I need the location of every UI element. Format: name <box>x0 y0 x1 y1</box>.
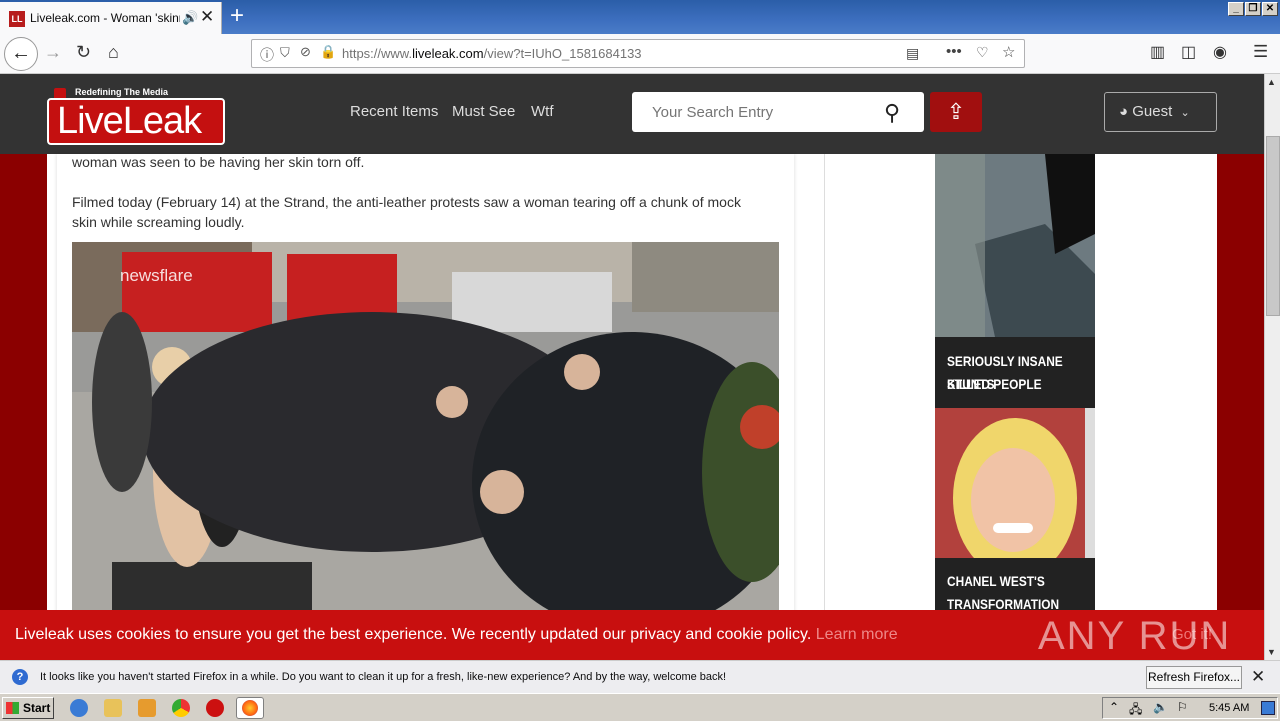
url-domain: liveleak.com <box>412 46 484 61</box>
menu-hamburger-icon[interactable]: ☰ <box>1253 42 1268 62</box>
url-path: /view?t=IUhO_1581684133 <box>483 46 642 61</box>
user-icon: ◕ <box>1119 103 1129 120</box>
reader-view-icon[interactable]: ▤ <box>906 45 919 62</box>
scroll-thumb[interactable] <box>1266 136 1280 316</box>
tracking-shield-icon[interactable]: ⛉ <box>280 45 290 61</box>
back-arrow-icon[interactable]: ← <box>4 37 38 71</box>
restore-button[interactable]: ❐ <box>1245 2 1261 16</box>
newsflare-watermark: newsflare <box>120 266 193 285</box>
scroll-up-arrow-icon[interactable]: ▲ <box>1267 77 1276 87</box>
learn-more-link[interactable]: Learn more <box>816 626 898 643</box>
show-desktop-icon[interactable] <box>1261 701 1275 715</box>
opera-icon[interactable] <box>206 699 224 717</box>
bookmark-star-icon[interactable]: ☆ <box>1002 43 1015 61</box>
chanel-thumbnail <box>935 408 1095 578</box>
folder-icon[interactable] <box>104 699 122 717</box>
protest-photo-illustration <box>72 242 779 622</box>
padlock-icon: 🔒 <box>320 44 337 59</box>
internet-explorer-icon[interactable] <box>70 699 88 717</box>
info-icon[interactable]: ⓘ <box>260 45 274 65</box>
upload-icon[interactable]: ⇪ <box>930 92 982 132</box>
notification-text: It looks like you haven't started Firefo… <box>40 671 727 683</box>
article-paragraph-line1: Filmed today (February 14) at the Strand… <box>72 194 741 210</box>
navigation-toolbar: ← → ↻ ⌂ ⓘ ⛉ ⊘ 🔒 https://www.liveleak.com… <box>0 34 1280 74</box>
cookie-consent-bar: Liveleak uses cookies to ensure you get … <box>0 610 1264 660</box>
notification-close-icon[interactable]: ✕ <box>1251 667 1265 687</box>
skyscraper-thumbnail <box>935 154 1095 337</box>
guest-label: Guest <box>1132 103 1173 120</box>
firefox-icon <box>242 700 258 716</box>
close-window-button[interactable]: ✕ <box>1262 2 1278 16</box>
firefox-taskbar-button[interactable] <box>236 697 264 719</box>
minimize-button[interactable]: _ <box>1228 2 1244 16</box>
tab-liveleak[interactable]: LL Liveleak.com - Woman 'skinned 🔊 ✕ <box>0 2 222 34</box>
card1-caption-line2: KILLED PEOPLE <box>947 376 1042 392</box>
tab-strip: LL Liveleak.com - Woman 'skinned 🔊 ✕ + _… <box>0 0 1280 34</box>
sidebar-card-stunts[interactable]: SERIOUSLY INSANE STUNTS KILLED PEOPLE <box>935 154 1095 408</box>
windows-flag-icon <box>6 702 19 714</box>
page-actions-icon[interactable]: ••• <box>946 43 962 60</box>
sidebar-icon[interactable]: ◫ <box>1181 42 1196 62</box>
card2-caption-line1: CHANEL WEST'S <box>947 573 1045 589</box>
windows-taskbar: Start ⌃ 🖧 🔈 ⚐ 5:45 AM <box>0 693 1280 720</box>
liveleak-favicon-icon: LL <box>9 11 25 27</box>
start-button[interactable]: Start <box>2 697 54 719</box>
autoplay-blocked-icon[interactable]: ⊘ <box>300 44 311 60</box>
content-area: woman was seen to be having her skin tor… <box>47 154 1217 660</box>
web-page: Redefining The Media LiveLeak Recent Ite… <box>0 74 1264 660</box>
sidebar-divider <box>824 154 825 660</box>
chrome-icon[interactable] <box>172 699 190 717</box>
article-paragraph-line2: skin while screaming loudly. <box>72 214 245 230</box>
action-center-flag-icon[interactable]: ⚐ <box>1177 700 1188 714</box>
volume-icon[interactable]: 🔈 <box>1153 700 1168 714</box>
nav-wtf[interactable]: Wtf <box>531 103 554 120</box>
nav-must-see[interactable]: Must See <box>452 103 515 120</box>
speaker-icon[interactable]: 🔊 <box>182 10 198 26</box>
pocket-icon[interactable]: ♡ <box>976 44 989 61</box>
start-label: Start <box>23 701 51 715</box>
article-photo[interactable]: newsflare <box>72 242 779 622</box>
liveleak-logo[interactable]: LiveLeak <box>47 98 225 145</box>
logo-tagline: Redefining The Media <box>75 87 169 97</box>
home-icon[interactable]: ⌂ <box>108 42 119 63</box>
article: woman was seen to be having her skin tor… <box>57 154 794 660</box>
new-tab-plus-icon[interactable]: + <box>230 2 244 30</box>
library-icon[interactable]: ▥ <box>1150 42 1165 62</box>
site-header: Redefining The Media LiveLeak Recent Ite… <box>0 74 1264 154</box>
firefox-notification-bar: ? It looks like you haven't started Fire… <box>0 660 1280 693</box>
tray-expand-icon[interactable]: ⌃ <box>1109 700 1119 714</box>
forward-arrow-icon[interactable]: → <box>44 42 62 63</box>
reload-icon[interactable]: ↻ <box>76 42 91 63</box>
nav-recent-items[interactable]: Recent Items <box>350 103 438 120</box>
search-box: ⚲ <box>632 92 924 132</box>
tab-close-icon[interactable]: ✕ <box>200 7 214 27</box>
article-paragraph-top: woman was seen to be having her skin tor… <box>72 154 365 170</box>
question-icon: ? <box>12 669 28 685</box>
cookie-message: Liveleak uses cookies to ensure you get … <box>15 626 898 644</box>
system-tray: ⌃ 🖧 🔈 ⚐ 5:45 AM <box>1102 697 1278 719</box>
search-icon[interactable]: ⚲ <box>884 100 900 126</box>
refresh-firefox-button[interactable]: Refresh Firefox... <box>1146 666 1242 689</box>
url-prefix: https://www. <box>342 46 413 61</box>
search-input[interactable] <box>632 92 872 132</box>
url-text[interactable]: https://www.liveleak.com/view?t=IUhO_158… <box>342 46 642 61</box>
clock[interactable]: 5:45 AM <box>1209 702 1249 714</box>
url-bar[interactable]: ⓘ ⛉ ⊘ 🔒 https://www.liveleak.com/view?t=… <box>251 39 1025 68</box>
scroll-down-arrow-icon[interactable]: ▼ <box>1267 647 1276 657</box>
account-icon[interactable]: ◉ <box>1213 42 1227 62</box>
tab-title: Liveleak.com - Woman 'skinned <box>30 11 180 25</box>
cookie-text: Liveleak uses cookies to ensure you get … <box>15 626 812 643</box>
chevron-down-icon: ⌄ <box>1180 107 1190 119</box>
network-icon[interactable]: 🖧 <box>1129 700 1142 721</box>
page-scrollbar[interactable]: ▲ ▼ <box>1264 74 1280 660</box>
media-player-icon[interactable] <box>138 699 156 717</box>
guest-menu-button[interactable]: ◕ Guest ⌄ <box>1104 92 1217 132</box>
anyrun-watermark: ANY RUN <box>1038 614 1232 658</box>
